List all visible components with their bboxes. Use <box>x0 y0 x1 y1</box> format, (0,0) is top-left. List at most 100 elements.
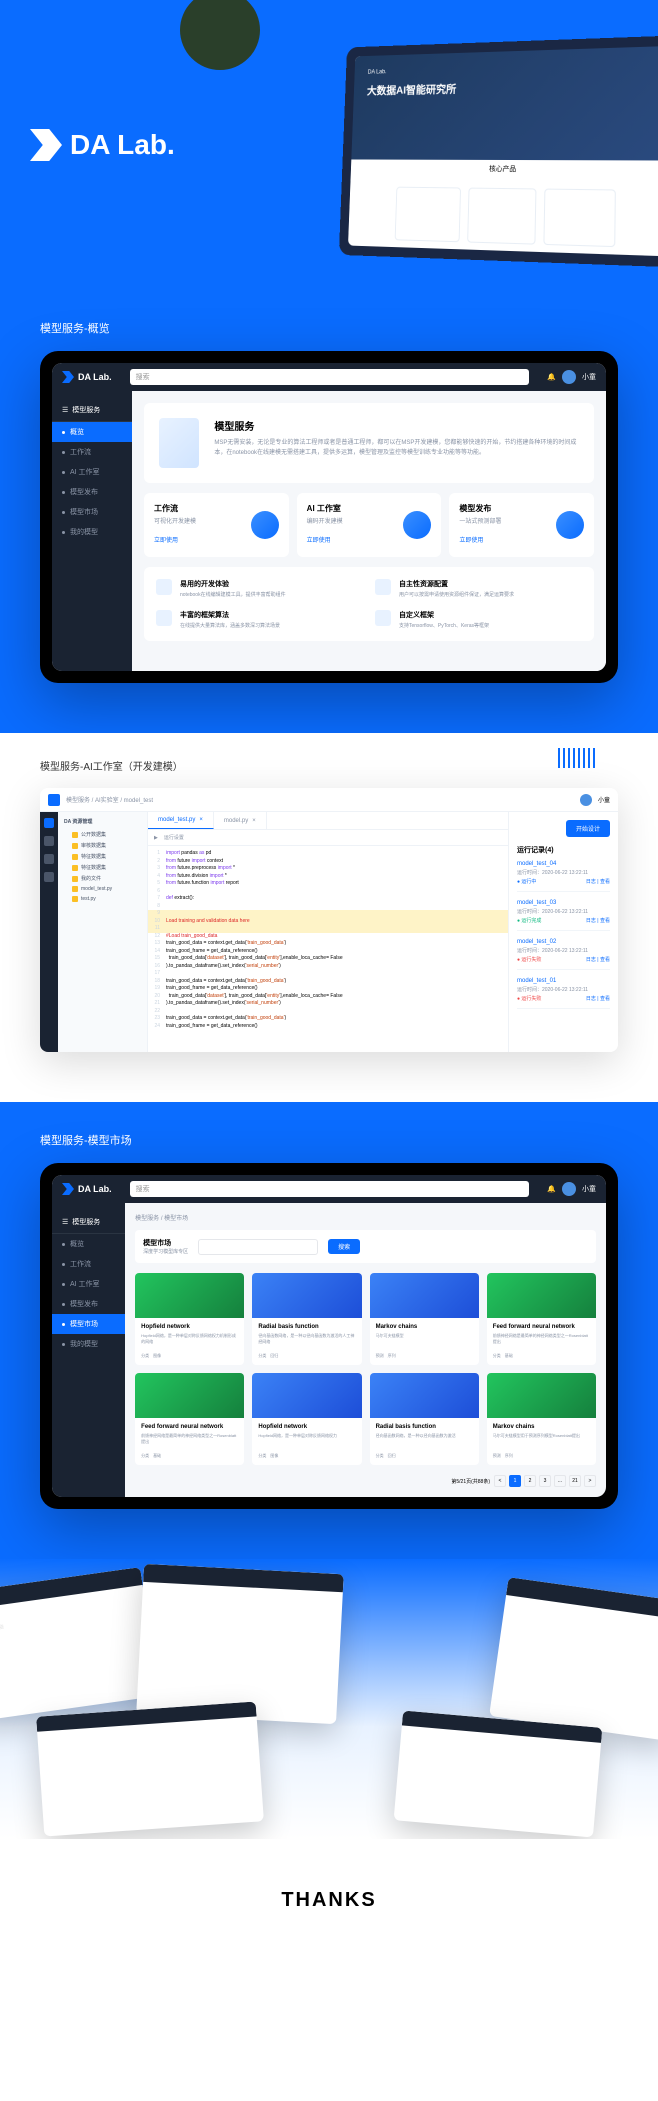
search-input[interactable]: 搜索 <box>130 1181 530 1197</box>
sidebar-item[interactable]: 我的模型 <box>52 522 132 542</box>
run-record[interactable]: model_test_04运行时间：2020-06-22 13:22:11● 运… <box>517 861 610 892</box>
model-card[interactable]: Markov chains马尔可夫链模型预测序列 <box>370 1273 479 1365</box>
section-overview: 模型服务-概览 DA Lab. 搜索 🔔 小童 ☰ 模型服务 <box>0 290 658 733</box>
collage-screenshot: 模型开发帮助░░░░░░░░░░░░░░░░░░ <box>0 1567 158 1721</box>
sidebar-item[interactable]: 模型市场 <box>52 502 132 522</box>
feature-item: 自主性资源配置用户可以按需申请使用资源组件保证，满足运算要求 <box>375 579 582 598</box>
editor-tab[interactable]: model_test.py × <box>148 812 214 829</box>
feature-item: 丰富的框架算法在线提供大量算法库，涵盖多数深习算法场景 <box>156 610 363 629</box>
app-logo[interactable]: DA Lab. <box>62 1183 112 1195</box>
sidebar-item[interactable]: 概览 <box>52 1234 125 1254</box>
close-icon[interactable]: × <box>199 817 203 823</box>
breadcrumb[interactable]: 模型服务 / 模型市场 <box>135 1213 596 1222</box>
feature-card[interactable]: 工作流可视化开发建模立即使用 <box>144 493 289 557</box>
tree-item[interactable]: 审核数据集 <box>64 840 141 851</box>
logo-icon <box>62 1183 74 1195</box>
hero-card: 模型服务 MSP无需安装，无论是专业的算法工程师或者是普通工程师，都可以在MSP… <box>144 403 594 483</box>
run-button[interactable]: 开始设计 <box>566 820 610 837</box>
model-card[interactable]: Markov chains马尔可夫链模型用于预测序列模型Rosenblatt提出… <box>487 1373 596 1465</box>
sidebar: ☰ 模型服务 概览工作流AI 工作室模型发布模型市场我的模型 <box>52 391 132 671</box>
code-editor[interactable]: 1import pandas as pd2from future import … <box>148 846 508 1052</box>
avatar[interactable] <box>562 370 576 384</box>
page-button[interactable]: 2 <box>524 1475 536 1487</box>
sidebar: ☰ 模型服务 概览工作流AI 工作室模型发布模型市场我的模型 <box>52 1203 125 1497</box>
page-button[interactable]: 3 <box>539 1475 551 1487</box>
model-card[interactable]: Hopfield networkHopfield网络，是一种单层对称反馈网络权力… <box>135 1273 244 1365</box>
app-logo[interactable]: DA Lab. <box>62 371 112 383</box>
sidebar-item[interactable]: AI 工作室 <box>52 1274 125 1294</box>
runs-title: 运行记录(4) <box>517 845 610 855</box>
sidebar-item[interactable]: AI 工作室 <box>52 462 132 482</box>
breadcrumb[interactable]: 模型服务 / AI实验室 / model_test <box>66 795 153 804</box>
tree-item[interactable]: 特征数据集 <box>64 862 141 873</box>
run-icon[interactable]: ▶ <box>154 835 158 841</box>
run-record[interactable]: model_test_03运行时间：2020-06-22 13:22:11● 运… <box>517 900 610 931</box>
tree-item[interactable]: model_test.py <box>64 884 141 894</box>
sidebar-item[interactable]: 工作流 <box>52 442 132 462</box>
sidebar-item[interactable]: 模型发布 <box>52 482 132 502</box>
editor-tab[interactable]: model.py × <box>214 812 267 829</box>
collage-screenshot <box>394 1710 603 1837</box>
logo-icon <box>62 371 74 383</box>
menu-icon[interactable]: ☰ <box>62 1218 68 1226</box>
debug-icon[interactable] <box>44 872 54 882</box>
hero-title: 模型服务 <box>214 418 579 433</box>
model-card[interactable]: Feed forward neural network前馈神经网络是最简单的神经… <box>135 1373 244 1465</box>
model-card[interactable]: Radial basis function径向基函数网络，是一种以径向基函数为激… <box>370 1373 479 1465</box>
close-icon[interactable]: × <box>252 818 256 824</box>
avatar[interactable] <box>580 794 592 806</box>
search-button[interactable]: 搜索 <box>328 1239 360 1254</box>
username: 小童 <box>582 1184 596 1194</box>
page-button[interactable]: < <box>494 1475 506 1487</box>
feature-item: 易用的开发体验notebook在线编辑建模工具，提供丰富帮助组件 <box>156 579 363 598</box>
tablet-card <box>395 187 461 243</box>
run-record[interactable]: model_test_02运行时间：2020-06-22 13:22:11● 运… <box>517 939 610 970</box>
tree-item[interactable]: 我的文件 <box>64 873 141 884</box>
model-card[interactable]: Radial basis function径向基函数网络，是一种以径向基函数为激… <box>252 1273 361 1365</box>
sidebar-item[interactable]: 我的模型 <box>52 1334 125 1354</box>
ide-activity-bar <box>40 812 58 1052</box>
market-search-input[interactable] <box>198 1239 318 1255</box>
feature-card[interactable]: 模型发布一站式预测部署立即使用 <box>449 493 594 557</box>
sidebar-header: ☰ 模型服务 <box>52 399 132 422</box>
run-panel: 开始设计 运行记录(4) model_test_04运行时间：2020-06-2… <box>508 812 618 1052</box>
page-button[interactable]: 21 <box>569 1475 581 1487</box>
sidebar-item[interactable]: 模型市场 <box>52 1314 125 1334</box>
username: 小童 <box>582 372 596 382</box>
section-title: 模型服务-概览 <box>40 320 618 336</box>
search-icon[interactable] <box>44 836 54 846</box>
git-icon[interactable] <box>44 854 54 864</box>
feature-card[interactable]: AI 工作室编码开发建模立即使用 <box>297 493 442 557</box>
notification-icon[interactable]: 🔔 <box>547 373 556 381</box>
decoration <box>558 748 598 768</box>
market-search-bar: 模型市场 深度学习模型库专区 搜索 <box>135 1230 596 1263</box>
search-input[interactable]: 搜索 <box>130 369 530 385</box>
avatar[interactable] <box>562 1182 576 1196</box>
tree-item[interactable]: test.py <box>64 894 141 904</box>
sidebar-item[interactable]: 概览 <box>52 422 132 442</box>
page-button[interactable]: ... <box>554 1475 566 1487</box>
section-title: 模型服务-模型市场 <box>40 1132 618 1148</box>
collage-screenshot <box>36 1701 264 1836</box>
hero-section: DA Lab. DA Lab. 大数据AI智能研究所 核心产品 <box>0 0 658 290</box>
model-card[interactable]: Feed forward neural network前馈神经网络是最简单的神经… <box>487 1273 596 1365</box>
page-button[interactable]: 1 <box>509 1475 521 1487</box>
plant-decoration <box>180 0 260 70</box>
tree-item[interactable]: 特征数据集 <box>64 851 141 862</box>
run-record[interactable]: model_test_01运行时间：2020-06-22 13:22:11● 运… <box>517 978 610 1009</box>
collage-screenshot <box>136 1564 344 1724</box>
files-icon[interactable] <box>44 818 54 828</box>
page-button[interactable]: > <box>584 1475 596 1487</box>
hero-desc: MSP无需安装，无论是专业的算法工程师或者是普通工程师，都可以在MSP开发建模，… <box>214 439 579 458</box>
ide-frame: 模型服务 / AI实验室 / model_test 小童 DA 资源管理 公开数… <box>40 788 618 1052</box>
sidebar-item[interactable]: 模型发布 <box>52 1294 125 1314</box>
tree-item[interactable]: 公开数据集 <box>64 829 141 840</box>
notification-icon[interactable]: 🔔 <box>547 1185 556 1193</box>
section-ide: 模型服务-AI工作室（开发建模） 模型服务 / AI实验室 / model_te… <box>0 733 658 1102</box>
menu-icon[interactable]: ☰ <box>62 406 68 414</box>
logo-icon[interactable] <box>48 794 60 806</box>
model-card[interactable]: Hopfield networkHopfield网络，是一种单层对称反馈网络权力… <box>252 1373 361 1465</box>
search-subtitle: 深度学习模型库专区 <box>143 1248 188 1255</box>
tree-header: DA 资源管理 <box>64 818 141 825</box>
sidebar-item[interactable]: 工作流 <box>52 1254 125 1274</box>
